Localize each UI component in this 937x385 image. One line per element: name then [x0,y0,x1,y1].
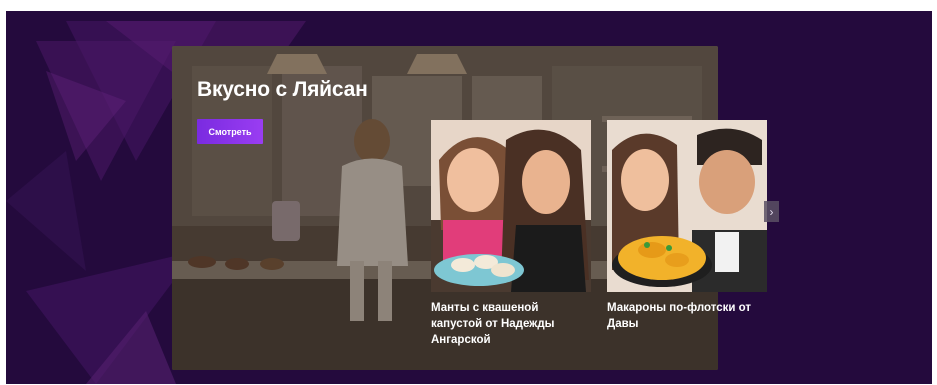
promo-banner: Вкусно с Ляйсан Смотреть Манты с квашено… [6,11,932,384]
episode-card[interactable]: Макароны по-флотски от Давы [607,120,767,332]
episode-card[interactable]: Манты с квашеной капустой от Надежды Анг… [431,120,591,348]
chevron-right-icon: › [769,204,774,219]
episode-title: Макароны по-флотски от Давы [607,302,752,330]
carousel-next-button[interactable]: › [764,201,779,222]
watch-button[interactable]: Смотреть [197,119,263,144]
episode-thumbnail [431,120,591,292]
show-title: Вкусно с Ляйсан [197,78,368,101]
episode-title: Манты с квашеной капустой от Надежды Анг… [431,302,555,346]
episode-thumbnail [607,120,767,292]
